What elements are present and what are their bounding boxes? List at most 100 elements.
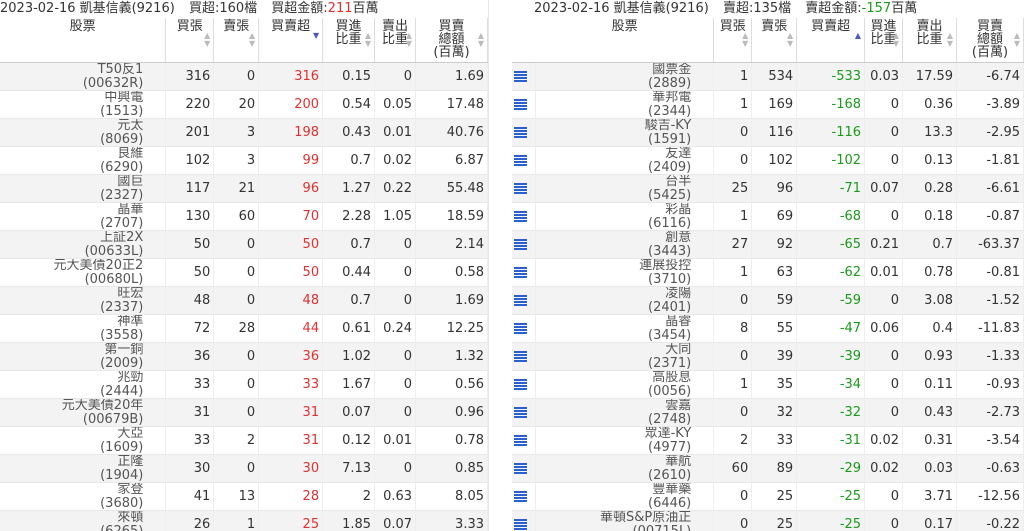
table-row[interactable]: 元大美債20年 (00679B) 31 0 31 0.07 0 0.96	[0, 398, 488, 427]
stock-name-cell[interactable]: 第一銅 (2009)	[0, 342, 167, 371]
table-row[interactable]: 連展投控 (3710) 1 63 -62 0.01 0.78 -0.81	[512, 258, 1024, 287]
table-row[interactable]: 元太 (8069) 201 3 198 0.43 0.01 40.76	[0, 118, 488, 147]
header-buy-ratio[interactable]: 買進 比重 ▲ ▼	[864, 18, 904, 63]
header-buy-lots[interactable]: 買張 ▲ ▼	[713, 18, 753, 63]
stock-name[interactable]: 來頓	[3, 511, 143, 524]
table-row[interactable]: 晶睿 (3454) 8 55 -47 0.06 0.4 -11.83	[512, 314, 1024, 343]
stock-name-cell[interactable]: 創意 (3443)	[535, 230, 715, 259]
stock-name-cell[interactable]: 眾達-KY (4977)	[535, 426, 715, 455]
row-menu-cell[interactable]	[512, 146, 537, 175]
row-menu-cell[interactable]	[512, 202, 537, 231]
row-menu-cell[interactable]	[512, 454, 537, 483]
stock-name[interactable]: 高股息	[539, 371, 691, 384]
stock-name[interactable]: 創意	[539, 231, 691, 244]
table-row[interactable]: 眾達-KY (4977) 2 33 -31 0.02 0.31 -3.54	[512, 426, 1024, 455]
stock-name[interactable]: 華頓S&P原油正	[539, 511, 691, 524]
table-row[interactable]: 彩晶 (6116) 1 69 -68 0 0.18 -0.87	[512, 202, 1024, 231]
stock-name[interactable]: 豐華藥	[539, 483, 691, 496]
table-row[interactable]: 豐華藥 (6446) 0 25 -25 0 3.71 -12.56	[512, 482, 1024, 511]
header-stock[interactable]: 股票	[535, 18, 715, 63]
stock-name-cell[interactable]: 友達 (2409)	[535, 146, 715, 175]
table-row[interactable]: 上証2X (00633L) 50 0 50 0.7 0 2.14	[0, 230, 488, 259]
list-icon[interactable]	[514, 211, 527, 222]
stock-name[interactable]: 第一銅	[3, 343, 143, 356]
stock-name[interactable]: 雲嘉	[539, 399, 691, 412]
row-menu-cell[interactable]	[512, 314, 537, 343]
stock-name[interactable]: 元大美債20年	[3, 399, 144, 412]
row-menu-cell[interactable]	[512, 482, 537, 511]
stock-name[interactable]: 凌陽	[539, 287, 691, 300]
stock-name-cell[interactable]: 家登 (3680)	[0, 482, 167, 511]
stock-name-cell[interactable]: 旺宏 (2337)	[0, 286, 167, 315]
table-row[interactable]: 良維 (6290) 102 3 99 0.7 0.02 6.87	[0, 146, 488, 175]
stock-name[interactable]: 晶華	[3, 203, 143, 216]
stock-name[interactable]: 友達	[539, 147, 691, 160]
stock-name-cell[interactable]: 晶華 (2707)	[0, 202, 167, 231]
stock-name[interactable]: 正隆	[3, 455, 143, 468]
list-icon[interactable]	[514, 71, 527, 82]
stock-name[interactable]: 大同	[539, 343, 691, 356]
list-icon[interactable]	[514, 267, 527, 278]
header-total[interactable]: 買賣 總額 (百萬) ▲ ▼	[956, 18, 1024, 63]
header-total[interactable]: 買賣 總額 (百萬) ▲ ▼	[415, 18, 488, 63]
stock-name-cell[interactable]: 元大美債20年 (00679B)	[0, 398, 167, 427]
table-row[interactable]: 大同 (2371) 0 39 -39 0 0.93 -1.33	[512, 342, 1024, 371]
stock-name[interactable]: 中興電	[3, 91, 143, 104]
table-row[interactable]: 國票金 (2889) 1 534 -533 0.03 17.59 -6.74	[512, 62, 1024, 91]
stock-name-cell[interactable]: 正隆 (1904)	[0, 454, 167, 483]
stock-name-cell[interactable]: 高股息 (0056)	[535, 370, 715, 399]
header-buy-lots[interactable]: 買張 ▲ ▼	[165, 18, 215, 63]
list-icon[interactable]	[514, 295, 527, 306]
header-net[interactable]: 買賣超 ▲	[796, 18, 866, 63]
list-icon[interactable]	[514, 127, 527, 138]
table-row[interactable]: T50反1 (00632R) 316 0 316 0.15 0 1.69	[0, 62, 488, 91]
stock-name[interactable]: 元太	[3, 119, 143, 132]
table-row[interactable]: 家登 (3680) 41 13 28 2 0.63 8.05	[0, 482, 488, 511]
list-icon[interactable]	[514, 407, 527, 418]
stock-name[interactable]: 旺宏	[3, 287, 143, 300]
stock-name-cell[interactable]: 凌陽 (2401)	[535, 286, 715, 315]
stock-name-cell[interactable]: 豐華藥 (6446)	[535, 482, 715, 511]
row-menu-cell[interactable]	[512, 62, 537, 91]
row-menu-cell[interactable]	[512, 370, 537, 399]
stock-name-cell[interactable]: 國票金 (2889)	[535, 62, 715, 91]
header-sell-ratio[interactable]: 賣出 比重 ▲ ▼	[374, 18, 417, 63]
stock-name-cell[interactable]: 良維 (6290)	[0, 146, 167, 175]
stock-name-cell[interactable]: 大亞 (1609)	[0, 426, 167, 455]
stock-name-cell[interactable]: 駿吉-KY (1591)	[535, 118, 715, 147]
list-icon[interactable]	[514, 351, 527, 362]
stock-name-cell[interactable]: 神準 (3558)	[0, 314, 167, 343]
table-row[interactable]: 兆勁 (2444) 33 0 33 1.67 0 0.56	[0, 370, 488, 399]
header-sell-lots[interactable]: 賣張 ▲ ▼	[751, 18, 798, 63]
list-icon[interactable]	[514, 239, 527, 250]
stock-name[interactable]: 兆勁	[3, 371, 143, 384]
list-icon[interactable]	[514, 463, 527, 474]
stock-name[interactable]: 家登	[3, 483, 143, 496]
stock-name-cell[interactable]: 華航 (2610)	[535, 454, 715, 483]
list-icon[interactable]	[514, 491, 527, 502]
stock-name[interactable]: 晶睿	[539, 315, 691, 328]
table-row[interactable]: 華航 (2610) 60 89 -29 0.02 0.03 -0.63	[512, 454, 1024, 483]
stock-name[interactable]: 國票金	[539, 63, 691, 76]
row-menu-cell[interactable]	[512, 174, 537, 203]
table-row[interactable]: 大亞 (1609) 33 2 31 0.12 0.01 0.78	[0, 426, 488, 455]
table-row[interactable]: 華邦電 (2344) 1 169 -168 0 0.36 -3.89	[512, 90, 1024, 119]
table-row[interactable]: 高股息 (0056) 1 35 -34 0 0.11 -0.93	[512, 370, 1024, 399]
stock-name[interactable]: 眾達-KY	[539, 427, 692, 440]
list-icon[interactable]	[514, 379, 527, 390]
table-row[interactable]: 凌陽 (2401) 0 59 -59 0 3.08 -1.52	[512, 286, 1024, 315]
table-row[interactable]: 神準 (3558) 72 28 44 0.61 0.24 12.25	[0, 314, 488, 343]
stock-name[interactable]: 華邦電	[539, 91, 691, 104]
header-stock[interactable]: 股票	[0, 18, 167, 63]
table-row[interactable]: 第一銅 (2009) 36 0 36 1.02 0 1.32	[0, 342, 488, 371]
table-row[interactable]: 國巨 (2327) 117 21 96 1.27 0.22 55.48	[0, 174, 488, 203]
row-menu-cell[interactable]	[512, 90, 537, 119]
row-menu-cell[interactable]	[512, 426, 537, 455]
stock-name[interactable]: 神準	[3, 315, 143, 328]
stock-name-cell[interactable]: 元太 (8069)	[0, 118, 167, 147]
stock-name[interactable]: 台半	[539, 175, 691, 188]
stock-name[interactable]: 連展投控	[539, 259, 691, 272]
stock-name-cell[interactable]: 彩晶 (6116)	[535, 202, 715, 231]
table-row[interactable]: 創意 (3443) 27 92 -65 0.21 0.7 -63.37	[512, 230, 1024, 259]
table-row[interactable]: 友達 (2409) 0 102 -102 0 0.13 -1.81	[512, 146, 1024, 175]
